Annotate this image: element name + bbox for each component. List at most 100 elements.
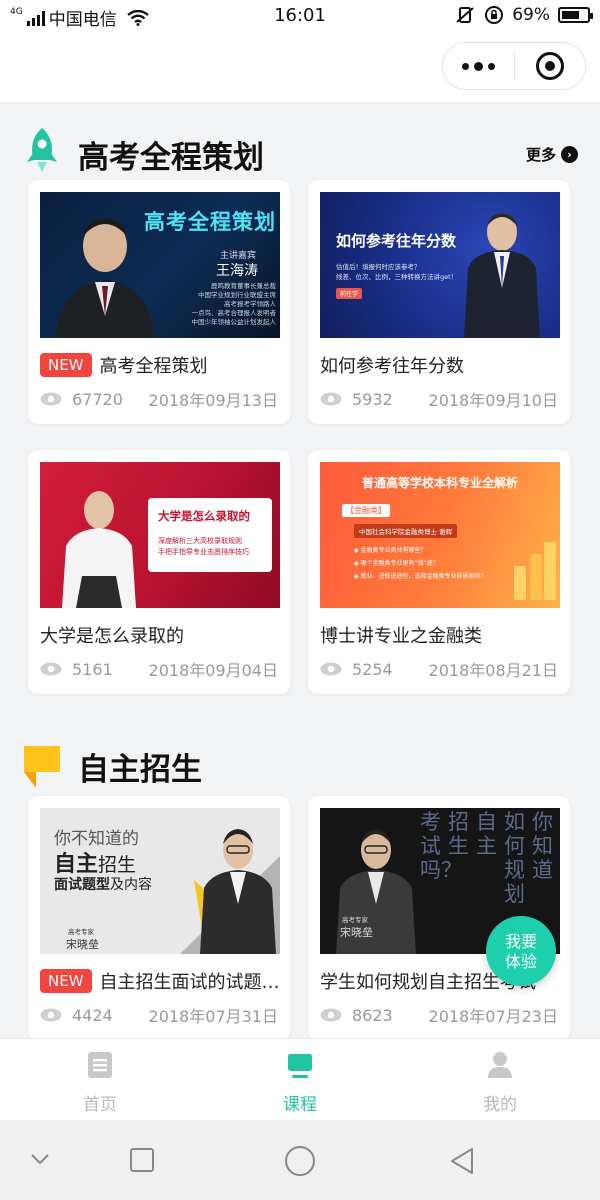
card-title: 大学是怎么录取的 [40, 622, 280, 648]
course-thumbnail: 你不知道的 自主招生 面试题型及内容 高考专家 宋晓垒 [40, 808, 280, 954]
thumbnail-panel: 大学是怎么录取的 深度解析三大高校录取规则 手把手指导专业志愿排序技巧 [148, 498, 272, 572]
card-title: NEW 高考全程策划 [40, 352, 280, 378]
course-card[interactable]: 高考全程策划 主讲嘉宾 王海涛 鹿鸣教育董事长兼总裁 中国学业规划行业联盟主席 … [28, 180, 290, 424]
vertical-col-2: 如何规划 [504, 810, 525, 906]
fab-line-1: 我要 [504, 932, 537, 951]
course-card[interactable]: 你不知道的 自主招生 面试题型及内容 高考专家 宋晓垒 NEW 自主招生面试的试… [28, 796, 290, 1040]
thumbnail-tag: 【金融类】 [342, 504, 390, 517]
battery-icon [558, 7, 593, 23]
course-card[interactable]: 普通高等学校本科专业全解析 【金融类】 中国社会科学院金融类博士 谢辉 ◆ 金融… [308, 450, 570, 694]
section-title: 高考全程策划 [78, 140, 264, 176]
section-header-gaokao: 高考全程策划 更多 › [0, 124, 600, 184]
vertical-col-3: 自主 [476, 810, 497, 858]
thumbnail-headline: 如何参考往年分数 [336, 232, 457, 250]
card-meta: 5161 2018年09月04日 [40, 657, 278, 681]
course-icon [288, 1054, 312, 1078]
speaker-bio: 鹿鸣教育董事长兼总裁 中国学业规划行业联盟主席 高考报考学领路人 一点鸟、高考合… [191, 282, 277, 326]
card-meta: 5932 2018年09月10日 [320, 387, 558, 411]
tab-bar: 首页 课程 我的 [0, 1038, 600, 1120]
battery-fill [562, 11, 579, 19]
recent-apps-button[interactable] [129, 1147, 155, 1173]
course-thumbnail: 如何参考往年分数 估值后！填报何时应该参考？ 线差、位次、比例，三种转换方法讲g… [320, 192, 560, 338]
close-mini-program-button[interactable] [515, 43, 586, 89]
thumbnail-subtitle: 估值后！填报何时应该参考？ 线差、位次、比例，三种转换方法讲get！ [336, 263, 458, 281]
card-meta: 67720 2018年09月13日 [40, 387, 278, 411]
tab-course[interactable]: 课程 [240, 1051, 360, 1115]
target-icon [535, 52, 564, 80]
speaker-name: 王海涛 [216, 263, 258, 279]
speaker-name: 宋晓垒 [66, 938, 99, 951]
new-badge: NEW [40, 353, 92, 377]
more-options-button[interactable] [443, 43, 514, 89]
card-title: 博士讲专业之金融类 [320, 622, 560, 648]
publish-date: 2018年09月13日 [148, 391, 278, 410]
status-right: 69% [454, 5, 593, 25]
view-count: 4424 [72, 1005, 113, 1025]
card-title: NEW 自主招生面试的试题题型及内容 [40, 968, 280, 994]
home-icon [88, 1052, 112, 1078]
vertical-col-4: 招生 [448, 810, 469, 858]
eye-icon [320, 662, 342, 676]
card-meta: 8623 2018年07月23日 [320, 1003, 558, 1027]
card-meta: 5254 2018年08月21日 [320, 657, 558, 681]
fab-line-2: 体验 [504, 952, 537, 971]
new-badge: NEW [40, 969, 92, 993]
thumbnail-subtitle: 深度解析三大高校录取规则 手把手指导专业志愿排序技巧 [158, 537, 249, 556]
mini-program-capsule [442, 42, 586, 90]
speaker-name: 宋晓垒 [340, 926, 373, 939]
publish-date: 2018年09月10日 [428, 391, 558, 410]
chevron-down-icon[interactable] [30, 1152, 50, 1166]
thumbnail-tag: 前往学 [336, 288, 363, 299]
thumbnail-vertical-text: 你知道 如何规划 自主 招生 考试吗？ [420, 810, 558, 906]
thumbnail-headline: 普通高等学校本科专业全解析 [361, 476, 518, 490]
chevron-right-icon: › [561, 146, 578, 163]
thumbnail-line-3: 面试题型及内容 [54, 877, 152, 893]
thumbnail-headline: 大学是怎么录取的 [158, 509, 250, 523]
eye-icon [320, 392, 342, 406]
eye-icon [40, 392, 62, 406]
eye-icon [40, 662, 62, 676]
publish-date: 2018年08月21日 [428, 661, 558, 680]
thumbnail-subtitle: ◆ 金融类专业具体有哪些？ ◆ 哪个金融类专业更有“钱”途？ ◆ 就业、进修进途… [354, 547, 487, 580]
vertical-col-5: 考试吗？ [420, 810, 462, 882]
card-title-text: 如何参考往年分数 [320, 356, 464, 377]
section-header-zizhu: 自主招生 [0, 736, 600, 796]
vibrate-off-icon [456, 7, 474, 23]
card-title-text: 大学是怎么录取的 [40, 626, 184, 647]
presenter-image [62, 491, 136, 608]
card-meta: 4424 2018年07月31日 [40, 1003, 278, 1027]
view-count: 5161 [72, 659, 113, 679]
presenter-image [464, 213, 540, 338]
course-card[interactable]: 如何参考往年分数 估值后！填报何时应该参考？ 线差、位次、比例，三种转换方法讲g… [308, 180, 570, 424]
course-card[interactable]: 大学是怎么录取的 深度解析三大高校录取规则 手把手指导专业志愿排序技巧 大学是怎… [28, 450, 290, 694]
view-count: 5932 [352, 389, 393, 409]
rocket-icon [27, 128, 57, 172]
course-thumbnail: 普通高等学校本科专业全解析 【金融类】 中国社会科学院金融类博士 谢辉 ◆ 金融… [320, 462, 560, 608]
thumbnail-speaker: 中国社会科学院金融类博士 谢辉 [354, 524, 458, 538]
try-now-button[interactable]: 我要 体验 [486, 916, 556, 986]
system-navigation-bar [0, 1120, 600, 1200]
card-title: 如何参考往年分数 [320, 352, 560, 378]
eye-icon [320, 1008, 342, 1022]
nav-bar [0, 34, 600, 102]
presenter-image [180, 829, 280, 954]
tab-home[interactable]: 首页 [40, 1051, 160, 1115]
view-count: 67720 [72, 389, 123, 409]
publish-date: 2018年07月23日 [428, 1007, 558, 1026]
tab-label: 首页 [83, 1095, 117, 1115]
tab-label: 我的 [483, 1095, 517, 1115]
speaker-role: 高考专家 [342, 916, 368, 924]
rotation-lock-icon [485, 6, 504, 24]
section-title: 自主招生 [78, 752, 202, 788]
tab-profile[interactable]: 我的 [440, 1051, 560, 1115]
more-label: 更多 [525, 146, 556, 164]
flag-icon [24, 746, 60, 788]
speaker-role: 高考专家 [68, 928, 94, 936]
vertical-col-1: 你知道 [532, 810, 553, 882]
tab-label: 课程 [283, 1095, 317, 1115]
more-link[interactable]: 更多 › [526, 144, 578, 165]
home-button[interactable] [284, 1145, 316, 1177]
back-button[interactable] [448, 1146, 476, 1176]
card-title-text: 博士讲专业之金融类 [320, 626, 482, 647]
battery-text: 69% [512, 5, 550, 25]
